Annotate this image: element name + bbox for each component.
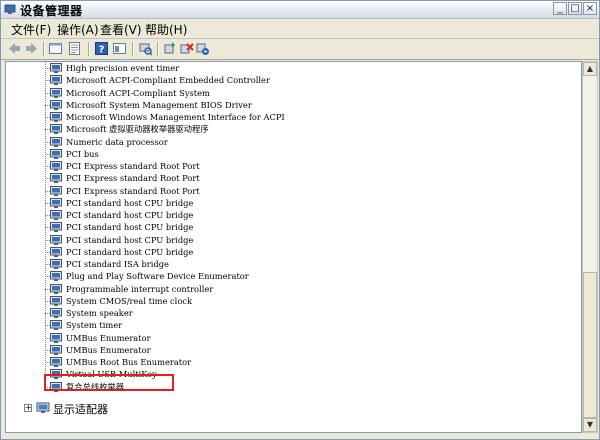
computer-view-icon[interactable] <box>48 41 63 56</box>
disable-icon[interactable] <box>195 41 210 56</box>
update-driver-icon[interactable] <box>162 41 177 56</box>
menu-view[interactable]: 查看(V) <box>100 21 142 38</box>
highlight-box <box>44 374 174 391</box>
vertical-scrollbar[interactable]: ▲ ▼ <box>582 61 598 433</box>
device-tree[interactable]: High precision event timer Microsoft ACPI… <box>5 61 582 433</box>
menu-file[interactable]: 文件(F) <box>11 21 51 38</box>
scrollbar-thumb[interactable] <box>583 272 597 418</box>
device-label: PCI standard host CPU bridge <box>66 235 194 245</box>
device-label: PCI Express standard Root Port <box>66 173 200 183</box>
forward-icon[interactable] <box>24 41 39 56</box>
title-bar: 设备管理器 _ □ × <box>1 1 599 19</box>
system-device-icon <box>50 296 62 306</box>
console-icon[interactable] <box>112 41 127 56</box>
close-button[interactable]: × <box>583 2 597 15</box>
device-label: PCI standard host CPU bridge <box>66 247 194 257</box>
svg-text:?: ? <box>99 45 105 56</box>
system-device-icon <box>50 161 62 171</box>
system-device-icon <box>50 88 62 98</box>
device-label: System speaker <box>66 308 133 318</box>
device-label: PCI standard host CPU bridge <box>66 210 194 220</box>
system-device-icon <box>50 345 62 355</box>
system-device-icon <box>50 259 62 269</box>
device-label: System CMOS/real time clock <box>66 296 192 306</box>
device-label: PCI Express standard Root Port <box>66 161 200 171</box>
toolbar-separator <box>88 42 90 56</box>
scroll-down-button[interactable]: ▼ <box>583 418 597 432</box>
system-device-icon <box>50 198 62 208</box>
device-label: PCI Express standard Root Port <box>66 186 200 196</box>
uninstall-icon[interactable] <box>179 41 194 56</box>
minimize-button[interactable]: _ <box>553 2 567 15</box>
system-device-icon <box>50 222 62 232</box>
expand-display-adapters-button[interactable]: + <box>24 404 32 412</box>
properties-list-icon[interactable] <box>67 41 82 56</box>
device-label: UMBus Enumerator <box>66 333 151 343</box>
system-device-icon <box>50 271 62 281</box>
toolbar-separator <box>157 42 159 56</box>
scroll-up-button[interactable]: ▲ <box>583 62 597 76</box>
device-label: UMBus Root Bus Enumerator <box>66 357 192 367</box>
system-device-icon <box>50 247 62 257</box>
help-icon[interactable]: ? <box>94 41 109 56</box>
device-label: UMBus Enumerator <box>66 345 151 355</box>
toolbar-separator <box>132 42 134 56</box>
system-device-icon <box>50 320 62 330</box>
device-manager-window: 设备管理器 _ □ × 文件(F) 操作(A) 查看(V) 帮助(H) ? Hi… <box>0 0 600 440</box>
menu-action[interactable]: 操作(A) <box>57 21 99 38</box>
device-label: System timer <box>66 320 123 330</box>
menu-help[interactable]: 帮助(H) <box>145 21 187 38</box>
system-device-icon <box>50 333 62 343</box>
system-device-icon <box>50 308 62 318</box>
device-label: High precision event timer <box>66 63 180 73</box>
system-device-icon <box>50 124 62 134</box>
system-device-icon <box>50 235 62 245</box>
system-device-icon <box>50 100 62 110</box>
toolbar: ? <box>1 39 599 60</box>
toolbar-separator <box>43 42 45 56</box>
system-device-icon <box>50 63 62 73</box>
system-device-icon <box>50 357 62 367</box>
device-label: Microsoft 虚拟驱动器枚举器驱动程序 <box>66 124 209 134</box>
device-label: Microsoft System Management BIOS Driver <box>66 100 252 110</box>
system-device-icon <box>50 173 62 183</box>
system-device-icon <box>50 149 62 159</box>
device-label: PCI standard host CPU bridge <box>66 198 194 208</box>
device-label: Microsoft ACPI-Compliant Embedded Contro… <box>66 75 270 85</box>
scan-hardware-icon[interactable] <box>138 41 153 56</box>
category-display-adapters[interactable]: 显示适配器 <box>53 401 108 417</box>
system-device-icon <box>50 284 62 294</box>
device-label: Microsoft ACPI-Compliant System <box>66 88 210 98</box>
window-title: 设备管理器 <box>20 4 83 18</box>
system-device-icon <box>50 112 62 122</box>
device-label: PCI bus <box>66 149 99 159</box>
display-adapter-icon <box>36 402 50 413</box>
back-icon[interactable] <box>7 41 22 56</box>
device-manager-icon <box>4 4 16 14</box>
menu-bar: 文件(F) 操作(A) 查看(V) 帮助(H) <box>1 19 599 39</box>
device-label: Plug and Play Software Device Enumerator <box>66 271 249 281</box>
device-label: Microsoft Windows Management Interface f… <box>66 112 285 122</box>
system-device-icon <box>50 210 62 220</box>
device-label: Programmable interrupt controller <box>66 284 214 294</box>
device-label: PCI standard host CPU bridge <box>66 222 194 232</box>
system-device-icon <box>50 137 62 147</box>
device-label: PCI standard ISA bridge <box>66 259 169 269</box>
system-device-icon <box>50 75 62 85</box>
device-label: Numeric data processor <box>66 137 168 147</box>
maximize-button[interactable]: □ <box>568 2 582 15</box>
system-device-icon <box>50 186 62 196</box>
